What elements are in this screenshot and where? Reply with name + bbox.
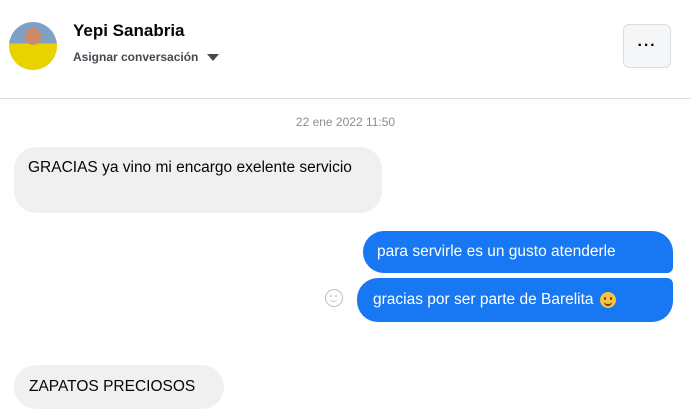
contact-avatar[interactable]: [9, 22, 57, 70]
react-emoji-icon[interactable]: [325, 289, 343, 307]
message-text: para servirle es un gusto atenderle: [377, 243, 616, 260]
message-bubble-outgoing: para servirle es un gusto atenderle: [363, 231, 673, 273]
assign-conversation-label: Asignar conversación: [73, 50, 199, 64]
conversation-header: Yepi Sanabria Asignar conversación ···: [0, 0, 691, 99]
message-text: ZAPATOS PRECIOSOS: [29, 378, 196, 395]
message-bubble-incoming: GRACIAS ya vino mi encargo exelente serv…: [14, 147, 382, 213]
more-options-button[interactable]: ···: [623, 24, 671, 68]
message-text: gracias por ser parte de Barelita: [373, 291, 594, 308]
smiling-face-emoji-icon: [599, 292, 616, 308]
message-bubble-incoming: ZAPATOS PRECIOSOS: [14, 365, 224, 409]
message-timestamp: 22 ene 2022 11:50: [295, 115, 396, 129]
message-bubble-outgoing: gracias por ser parte de Barelita: [357, 278, 673, 322]
caret-down-icon: [207, 53, 220, 61]
assign-conversation-dropdown[interactable]: Asignar conversación: [73, 50, 220, 64]
contact-name[interactable]: Yepi Sanabria: [73, 21, 185, 41]
message-text: GRACIAS ya vino mi encargo exelente serv…: [28, 159, 352, 176]
